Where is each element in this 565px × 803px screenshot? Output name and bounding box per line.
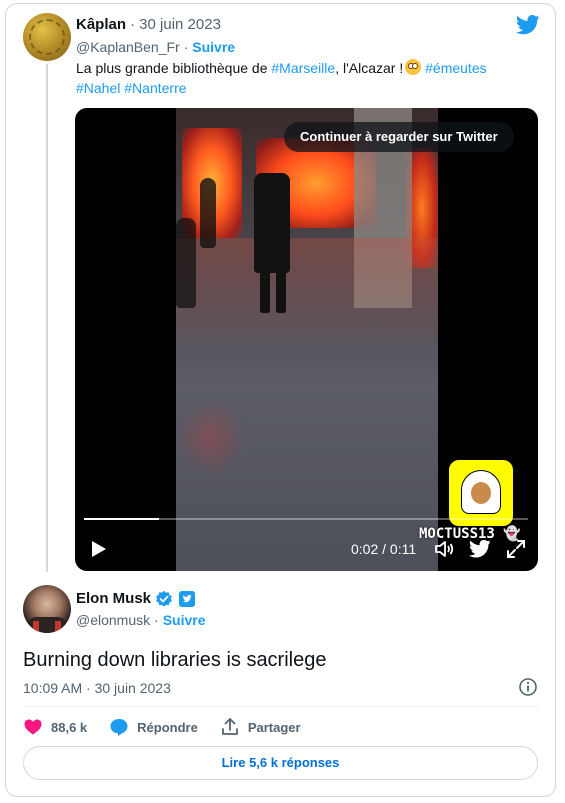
video-progress-fill	[84, 518, 160, 520]
twitter-bird-icon[interactable]	[516, 15, 540, 35]
main-tweet-text: Burning down libraries is sacrilege	[23, 649, 327, 671]
like-button[interactable]: 88,6 k	[23, 717, 87, 737]
video-frame: MOCTUSS13 👻	[176, 108, 521, 571]
reply-label: Répondre	[137, 719, 198, 735]
flushed-face-emoji-icon	[405, 59, 422, 75]
info-icon[interactable]	[518, 677, 538, 697]
hashtag-marseille[interactable]: #Marseille	[271, 60, 335, 76]
author-name[interactable]: Kâplan	[76, 16, 126, 34]
video-player[interactable]: MOCTUSS13 👻 Continuer à regarder sur Twi…	[75, 108, 538, 571]
reply-button[interactable]: Répondre	[109, 717, 198, 737]
volume-icon[interactable]	[433, 538, 455, 560]
author-handle[interactable]: @KaplanBen_Fr ·	[76, 38, 188, 56]
hashtag-nanterre[interactable]: #Nanterre	[124, 80, 186, 96]
follow-button[interactable]: Suivre	[163, 611, 206, 629]
tweet-date[interactable]: · 30 juin 2023	[130, 16, 221, 34]
video-time: 0:02 / 0:11	[351, 541, 417, 557]
author-handle[interactable]: @elonmusk ·	[76, 611, 159, 629]
play-icon[interactable]	[87, 538, 109, 560]
reply-icon	[110, 719, 128, 736]
video-progress-bar[interactable]	[84, 518, 528, 520]
hashtag-nahel[interactable]: #Nahel	[76, 80, 120, 96]
divider	[23, 706, 538, 707]
main-tweet-handle-row: @elonmusk · Suivre	[76, 611, 206, 629]
read-replies-button[interactable]: Lire 5,6 k réponses	[23, 746, 538, 780]
continue-on-twitter-button[interactable]: Continuer à regarder sur Twitter	[284, 122, 514, 152]
share-icon	[221, 718, 238, 735]
tweet-text-segment: La plus grande bibliothèque de	[76, 60, 272, 76]
quoted-tweet-header: Kâplan · 30 juin 2023	[76, 16, 221, 34]
verified-icon	[156, 590, 172, 607]
quoted-tweet-text: La plus grande bibliothèque de #Marseill…	[76, 58, 536, 98]
share-label: Partager	[247, 719, 301, 735]
thread-line	[46, 64, 48, 572]
tweet-actions: 88,6 k Répondre Partager	[23, 717, 323, 737]
author-name[interactable]: Elon Musk	[76, 589, 151, 609]
avatar[interactable]	[23, 13, 71, 61]
business-badge-icon	[179, 591, 196, 607]
fullscreen-icon[interactable]	[505, 538, 527, 560]
like-count: 88,6 k	[51, 719, 88, 735]
quoted-tweet-handle-row: @KaplanBen_Fr · Suivre	[76, 38, 235, 56]
tweet-timestamp[interactable]: 10:09 AM · 30 juin 2023	[23, 679, 171, 697]
avatar[interactable]	[23, 585, 71, 633]
heart-icon	[24, 719, 42, 735]
share-button[interactable]: Partager	[220, 717, 301, 737]
twitter-icon[interactable]	[469, 538, 491, 560]
hashtag-emeutes[interactable]: #émeutes	[425, 60, 486, 76]
tweet-text-segment: , l'Alcazar !	[335, 60, 404, 76]
main-tweet-name-row: Elon Musk	[76, 589, 196, 609]
follow-button[interactable]: Suivre	[192, 38, 235, 56]
